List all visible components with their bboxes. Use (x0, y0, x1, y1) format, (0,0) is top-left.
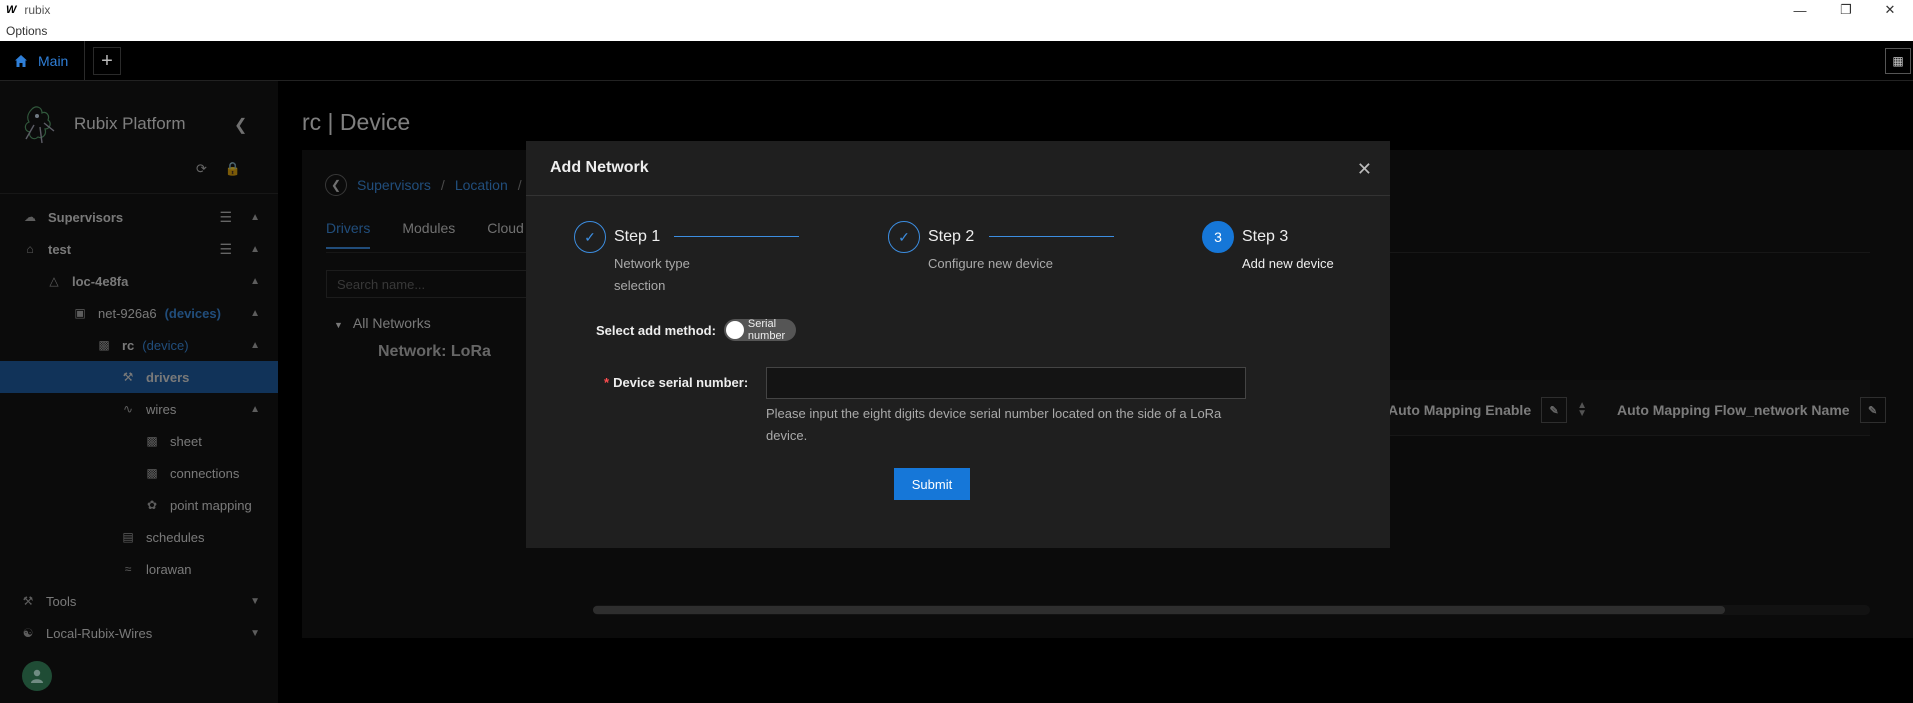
step-3: 3 Step 3 Add new device (1202, 221, 1362, 275)
step-title: Step 1 (614, 228, 661, 245)
check-icon: ✓ (574, 221, 606, 253)
window-title: rubix (24, 3, 51, 17)
step-description: Add new device (1242, 256, 1334, 271)
submit-button[interactable]: Submit (894, 468, 970, 500)
toggle-knob (725, 321, 744, 339)
step-description: Network type selection (614, 256, 690, 293)
toggle-label: Serial number (747, 318, 786, 342)
required-marker: * (604, 375, 610, 390)
tab-main-label: Main (38, 52, 69, 69)
step-number: 3 (1202, 221, 1234, 253)
window-titlebar: W rubix — ❐ ✕ (0, 0, 1913, 20)
add-method-label: Select add method: (596, 322, 716, 338)
step-title: Step 2 (928, 228, 975, 245)
layout-toggle-icon[interactable]: ▦ (1885, 48, 1911, 74)
field-label-text: Device serial number: (613, 375, 749, 390)
step-title: Step 3 (1242, 228, 1289, 245)
step-connector (674, 236, 799, 237)
app-logo: W (6, 4, 17, 16)
home-icon (15, 54, 27, 67)
modal-title: Add Network (526, 141, 1390, 196)
serial-number-help: Please input the eight digits device ser… (766, 406, 1222, 443)
step-connector (989, 236, 1114, 237)
add-method-row: Select add method: Serial number (596, 318, 796, 342)
serial-number-input[interactable] (766, 367, 1246, 399)
minimize-icon[interactable]: — (1777, 0, 1823, 20)
add-network-modal: Add Network ✕ ✓ Step 1 Network type sele… (526, 141, 1390, 548)
check-icon: ✓ (888, 221, 920, 253)
restore-icon[interactable]: ❐ (1823, 0, 1869, 20)
step-description: Configure new device (928, 256, 1054, 271)
close-window-icon[interactable]: ✕ (1867, 0, 1913, 20)
menubar: Options (0, 20, 1913, 41)
tab-bar: Main + ▦ (0, 41, 1913, 81)
serial-number-label: * Device serial number: (604, 375, 748, 390)
step-2: ✓ Step 2 Configure new device (888, 221, 1078, 275)
add-tab-button[interactable]: + (93, 47, 121, 75)
tab-main[interactable]: Main (0, 41, 85, 80)
menu-options[interactable]: Options (6, 24, 47, 38)
close-icon[interactable]: ✕ (1357, 159, 1372, 180)
add-method-toggle[interactable]: Serial number (723, 318, 796, 342)
step-1: ✓ Step 1 Network type selection (574, 221, 734, 297)
